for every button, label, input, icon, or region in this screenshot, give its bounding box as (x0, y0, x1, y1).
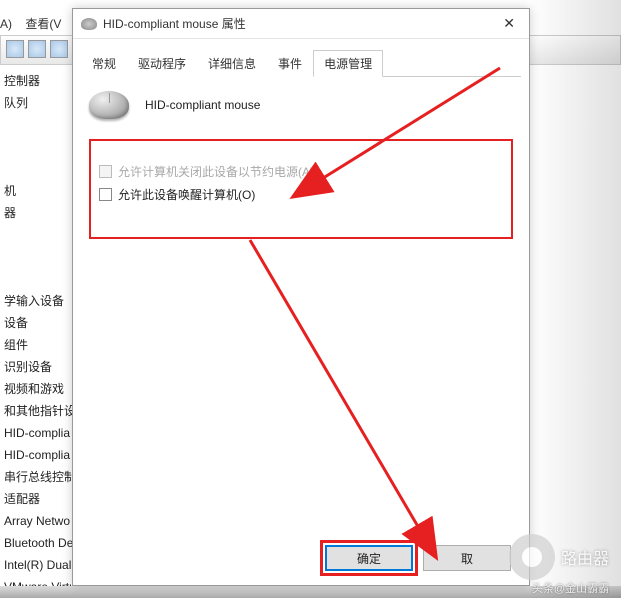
checkbox-allow-power-off: 允许计算机关闭此设备以节约电源(A) (99, 163, 503, 180)
menu-fragment-a[interactable]: A) (0, 17, 12, 31)
tree-item[interactable] (0, 268, 75, 290)
tab-4[interactable]: 电源管理 (313, 50, 383, 77)
tree-item[interactable]: 器 (0, 202, 75, 224)
tab-2[interactable]: 详细信息 (197, 50, 267, 77)
device-name-label: HID-compliant mouse (145, 98, 260, 112)
tab-strip: 常规驱动程序详细信息事件电源管理 (81, 49, 521, 77)
watermark-brand: 路由器 (561, 545, 609, 569)
tree-item[interactable]: Intel(R) Dual (0, 554, 75, 576)
shadow-overlay (529, 0, 621, 598)
tree-item[interactable]: HID-complia (0, 444, 75, 466)
taskbar-fragment (0, 586, 621, 598)
tab-1[interactable]: 驱动程序 (127, 50, 197, 77)
dialog-title: HID-compliant mouse 属性 (103, 15, 497, 32)
titlebar: HID-compliant mouse 属性 ✕ (73, 9, 529, 39)
checkbox-label: 允许此设备唤醒计算机(O) (118, 186, 255, 203)
tree-item[interactable]: HID-complia (0, 422, 75, 444)
menu-view[interactable]: 查看(V (25, 17, 61, 31)
tree-item[interactable]: Array Netwo (0, 510, 75, 532)
properties-dialog: HID-compliant mouse 属性 ✕ 常规驱动程序详细信息事件电源管… (72, 8, 530, 586)
mouse-icon (81, 18, 97, 30)
watermark-sub: 头条@金山霸霸 (532, 580, 609, 596)
close-icon[interactable]: ✕ (497, 13, 521, 34)
tree-item[interactable] (0, 114, 75, 136)
tree-item[interactable]: 识别设备 (0, 356, 75, 378)
tree-item[interactable]: 控制器 (0, 70, 75, 92)
tree-item[interactable]: 学输入设备 (0, 290, 75, 312)
tab-0[interactable]: 常规 (81, 50, 127, 77)
checkbox-allow-wake[interactable]: 允许此设备唤醒计算机(O) (99, 186, 503, 203)
checkbox-icon[interactable] (99, 188, 112, 201)
watermark-logo-icon (509, 534, 555, 580)
device-mouse-icon (89, 91, 129, 119)
checkbox-label: 允许计算机关闭此设备以节约电源(A) (118, 163, 314, 180)
highlighted-checkbox-area: 允许计算机关闭此设备以节约电源(A) 允许此设备唤醒计算机(O) (89, 139, 513, 239)
tree-item[interactable]: 适配器 (0, 488, 75, 510)
tree-item[interactable] (0, 136, 75, 158)
tree-item[interactable] (0, 246, 75, 268)
tree-item[interactable]: Bluetooth De (0, 532, 75, 554)
tree-item[interactable]: 视频和游戏 (0, 378, 75, 400)
cancel-button[interactable]: 取 (423, 545, 511, 571)
tree-item[interactable]: 设备 (0, 312, 75, 334)
device-tree[interactable]: 控制器队列 机器 学输入设备设备组件识别设备 视频和游戏和其他指针设HID-co… (0, 70, 75, 590)
ok-button[interactable]: 确定 (325, 545, 413, 571)
tree-item[interactable]: 串行总线控制 (0, 466, 75, 488)
tree-item[interactable]: 队列 (0, 92, 75, 114)
watermark: 路由器 (509, 534, 609, 580)
tree-item[interactable]: 机 (0, 180, 75, 202)
tree-item[interactable] (0, 158, 75, 180)
tree-item[interactable]: 和其他指针设 (0, 400, 75, 422)
tab-3[interactable]: 事件 (267, 50, 313, 77)
checkbox-icon (99, 165, 112, 178)
tree-item[interactable]: 组件 (0, 334, 75, 356)
tree-item[interactable] (0, 224, 75, 246)
